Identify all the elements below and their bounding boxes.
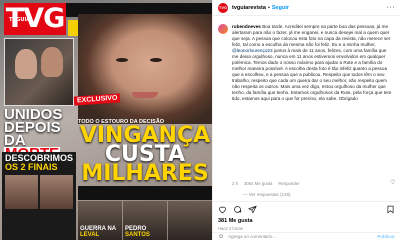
tvguia-avatar[interactable]: TVG xyxy=(218,2,228,13)
add-comment-bar: ☺ Agrega un comentario... Publicar xyxy=(213,232,400,240)
commenter-avatar[interactable] xyxy=(218,24,228,34)
post-likes-count[interactable]: 381 Me gusta xyxy=(218,218,253,224)
cover-dark-band xyxy=(78,186,212,200)
follow-button[interactable]: Seguir xyxy=(272,5,289,11)
mention-link[interactable]: @leonorlourenço23 xyxy=(232,48,273,53)
bottom-tiles: GUERRA NA LEVAL PEDRO SANTOS xyxy=(78,201,212,240)
comment-input[interactable]: Agrega un comentario... xyxy=(228,234,276,239)
descobrimos-box: DESCOBRIMOS OS 2 FINAIS xyxy=(2,152,76,240)
headline-vinganca: VINGANÇA CUSTA MILHARES xyxy=(79,123,211,186)
post-side-panel: TVG tvguiarevista • Seguir ··· rubendnev… xyxy=(212,0,400,240)
post-actions xyxy=(213,201,400,217)
view-replies-link[interactable]: — Ver respuestas (129) xyxy=(243,192,291,197)
post-header: TVG tvguiarevista • Seguir ··· xyxy=(213,0,400,16)
tile-third xyxy=(168,201,212,240)
couple-photo xyxy=(4,38,74,106)
comment-time: 2 h xyxy=(232,181,238,186)
comment-heart-icon[interactable]: ♡ xyxy=(390,179,395,186)
post-date: Hace 2 horas xyxy=(218,226,243,231)
tile-guerra: GUERRA NA LEVAL xyxy=(78,201,122,240)
reply-button[interactable]: Responder xyxy=(278,181,299,186)
more-options-icon[interactable]: ··· xyxy=(387,4,396,11)
separator-dot: • xyxy=(267,4,270,11)
publish-button[interactable]: Publicar xyxy=(377,234,395,239)
comment-item: rubendneves Boa tarde. Acreditei sempre … xyxy=(218,24,394,102)
emoji-icon[interactable]: ☺ xyxy=(218,234,224,240)
commenter-username[interactable]: rubendneves xyxy=(232,24,261,29)
comment-icon[interactable] xyxy=(233,205,242,214)
post-author-username[interactable]: tvguiarevista xyxy=(232,5,266,11)
save-icon[interactable] xyxy=(386,205,395,214)
comment-likes[interactable]: 3064 Me gusta xyxy=(244,181,272,186)
share-icon[interactable] xyxy=(248,205,257,214)
comment-text: rubendneves Boa tarde. Acreditei sempre … xyxy=(232,24,392,101)
magazine-cover-image[interactable]: TVGUIA TVG UNIDOS DEPOIS DA MORTE EXCLUS… xyxy=(0,0,212,240)
comment-meta: 2 h 3064 Me gusta Responder ♡ xyxy=(232,180,395,186)
tvguia-logo: TVGUIA TVG xyxy=(4,3,66,35)
cover-portrait xyxy=(78,14,212,124)
tile-pedro: PEDRO SANTOS xyxy=(123,201,167,240)
like-icon[interactable] xyxy=(218,205,227,214)
